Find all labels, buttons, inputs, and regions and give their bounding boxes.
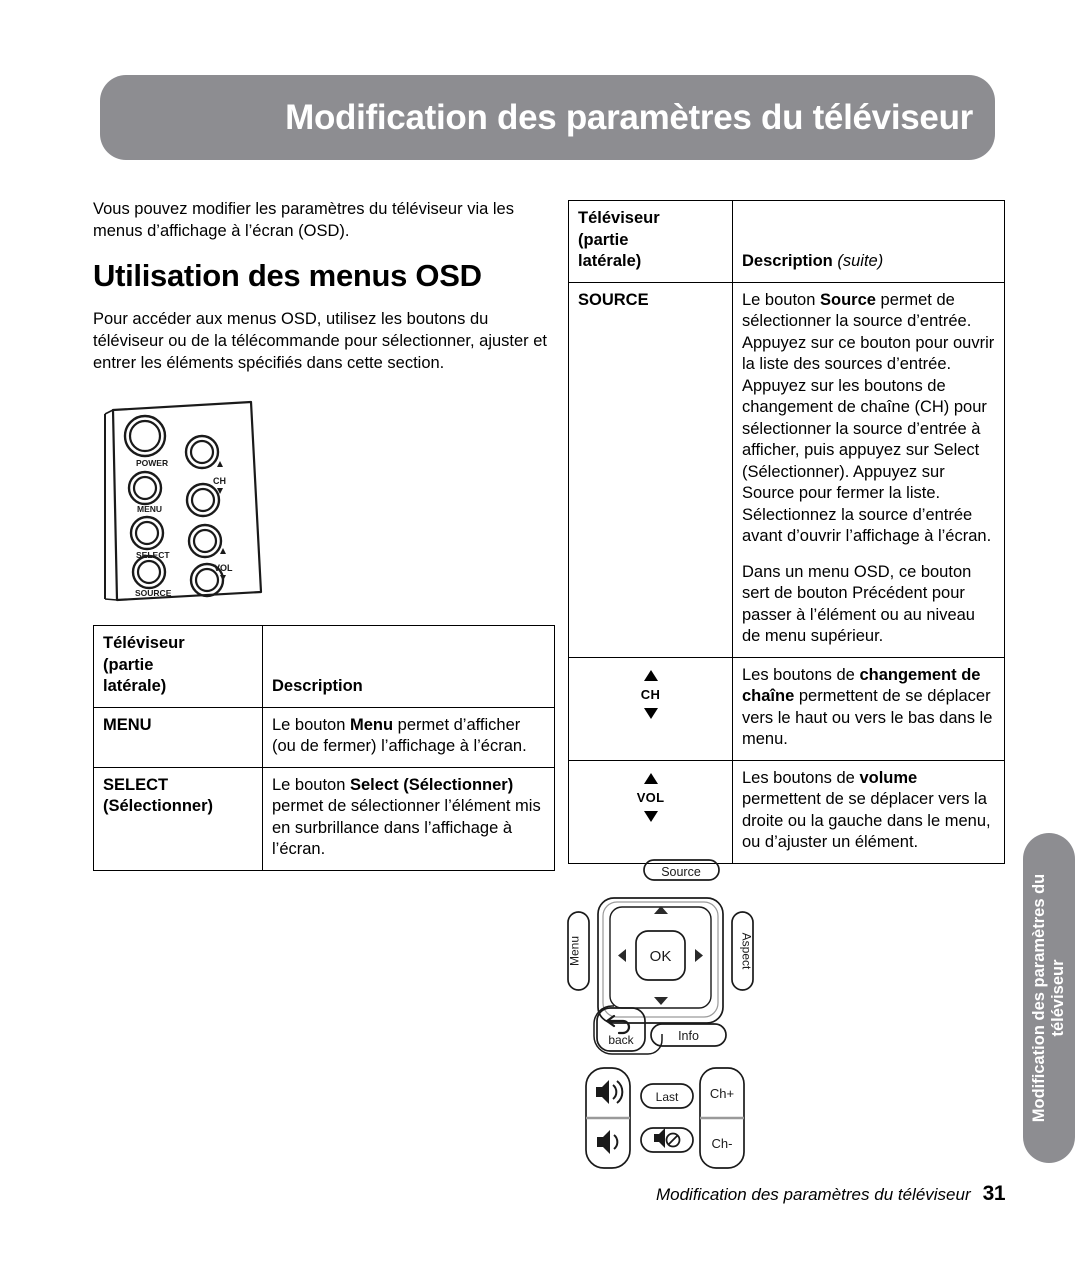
row-key-line-2: (Sélectionner) <box>103 797 214 815</box>
ch-label: CH <box>213 476 226 486</box>
back-arrow-icon <box>605 1014 631 1035</box>
row-desc-channel: Les boutons de changement de chaîne perm… <box>732 656 1005 761</box>
vol-down-arrow-icon <box>643 811 658 822</box>
header-line-2: (partie <box>578 230 629 249</box>
remote-source-label: Source <box>661 865 701 879</box>
volume-down-button-icon <box>189 562 225 598</box>
remote-info-label: Info <box>678 1029 699 1043</box>
power-button-icon <box>123 414 167 458</box>
remote-dpad-down-arrow-icon <box>654 997 668 1005</box>
row-key-volume: VOL <box>568 759 733 864</box>
desc-post: permettent de se déplacer vers la droite… <box>742 790 991 851</box>
table-row: CH Les boutons de changement de chaîne p… <box>568 656 1005 761</box>
tv-buttons-table-right: Téléviseur (partie latérale) Description… <box>568 200 1005 864</box>
remote-dpad-left-arrow-icon <box>618 949 626 962</box>
desc-post: permet de sélectionner l’élément mis en … <box>272 797 541 858</box>
mute-icon <box>654 1128 681 1148</box>
side-thumb-tab-label: Modification des paramètres du téléviseu… <box>1030 873 1067 1123</box>
remote-ch-minus-label: Ch- <box>712 1136 733 1151</box>
header-line-1: Téléviseur <box>103 634 185 652</box>
ch-up-arrow-icon <box>217 461 223 467</box>
row-key-channel: CH <box>568 656 733 761</box>
volume-down-icon <box>597 1130 619 1154</box>
desc-pre: Le bouton <box>272 775 350 794</box>
header-line-2: (partie <box>103 655 154 674</box>
remote-back-label: back <box>608 1033 634 1047</box>
row-desc-select: Le bouton Select (Sélectionner) permet d… <box>262 766 555 871</box>
page-footer: Modification des paramètres du téléviseu… <box>0 1182 1006 1206</box>
row-key-source: SOURCE <box>568 281 733 658</box>
desc-bold: Select (Sélectionner) <box>350 775 514 794</box>
row-key-menu: MENU <box>93 706 263 768</box>
page-title: Modification des paramètres du téléviseu… <box>285 97 973 137</box>
volume-up-button-icon <box>187 523 223 559</box>
remote-last-label: Last <box>656 1090 679 1104</box>
header-cell-description: Description (suite) <box>732 200 1005 283</box>
remote-dpad-right-arrow-icon <box>695 949 703 962</box>
side-thumb-tab: Modification des paramètres du téléviseu… <box>1023 833 1075 1163</box>
remote-control-illustration: Source OK Menu Aspect back Info Last Ch+… <box>556 856 826 1176</box>
channel-down-button-icon <box>185 482 221 518</box>
channel-up-button-icon <box>184 434 220 470</box>
table-row: VOL Les boutons de volume permettent de … <box>568 759 1005 864</box>
intro-paragraph: Vous pouvez modifier les paramètres du t… <box>93 200 514 240</box>
page-number: 31 <box>982 1182 1006 1205</box>
desc-bold: Source <box>820 290 876 309</box>
source-label: SOURCE <box>135 588 172 598</box>
row-key-select: SELECT (Sélectionner) <box>93 766 263 871</box>
row-key-line-1: SELECT <box>103 775 169 794</box>
tv-buttons-table-left: Téléviseur (partie latérale) Description… <box>93 625 555 871</box>
vol-label: VOL <box>636 789 665 805</box>
row-desc-menu: Le bouton Menu permet d’afficher (ou de … <box>262 706 555 768</box>
header-desc-suite: (suite) <box>837 252 884 270</box>
desc-pre: Le bouton <box>742 290 820 309</box>
body-paragraph: Pour accéder aux menus OSD, utilisez les… <box>93 310 548 372</box>
header-cell-device: Téléviseur (partie latérale) <box>568 200 733 283</box>
ch-label: CH <box>640 686 661 702</box>
header-cell-device: Téléviseur (partie latérale) <box>93 625 263 708</box>
desc-pre: Les boutons de <box>742 665 860 684</box>
vol-up-arrow-icon <box>643 772 658 784</box>
desc-pre: Le bouton <box>272 715 350 734</box>
ch-down-arrow-icon <box>643 708 658 719</box>
volume-up-icon <box>596 1080 624 1104</box>
header-line-3: latérale) <box>578 252 642 270</box>
menu-button-icon <box>127 470 163 506</box>
desc-pre: Les boutons de <box>742 768 860 787</box>
footer-title: Modification des paramètres du téléviseu… <box>655 1185 971 1204</box>
vol-up-arrow-icon <box>220 548 226 554</box>
table-header-row: Téléviseur (partie latérale) Description… <box>568 200 1005 283</box>
right-column: Téléviseur (partie latérale) Description… <box>568 200 1005 864</box>
header-desc-text: Description <box>742 252 833 270</box>
remote-ch-plus-label: Ch+ <box>710 1086 734 1101</box>
section-heading: Utilisation des menus OSD <box>93 258 482 293</box>
desc-bold: Menu <box>350 715 394 734</box>
left-column: Vous pouvez modifier les paramètres du t… <box>93 198 555 871</box>
remote-aspect-label: Aspect <box>740 933 754 970</box>
table-row: SELECT (Sélectionner) Le bouton Select (… <box>93 766 555 871</box>
select-button-icon <box>129 515 165 551</box>
row-desc-source-para2: Dans un menu OSD, ce bouton sert de bout… <box>742 562 975 646</box>
source-button-icon <box>131 554 167 590</box>
power-label: POWER <box>136 458 168 468</box>
desc-post: permet de sélectionner la source d’entré… <box>742 290 995 546</box>
row-desc-volume: Les boutons de volume permettent de se d… <box>732 759 1005 864</box>
header-line-1: Téléviseur <box>578 209 660 227</box>
row-desc-source: Le bouton Source permet de sélectionner … <box>732 281 1005 658</box>
remote-ok-label: OK <box>650 948 672 965</box>
remote-menu-label: Menu <box>568 936 582 966</box>
desc-bold: volume <box>859 768 918 787</box>
tv-side-panel-illustration: POWER MENU SELECT SOURCE CH VOL <box>101 400 276 605</box>
header-line-3: latérale) <box>103 677 167 695</box>
header-cell-description: Description <box>262 625 555 708</box>
menu-label: MENU <box>137 504 162 514</box>
ch-up-arrow-icon <box>643 669 658 681</box>
table-row: SOURCE Le bouton Source permet de sélect… <box>568 281 1005 658</box>
table-header-row: Téléviseur (partie latérale) Description <box>93 625 555 708</box>
page-header-banner: Modification des paramètres du téléviseu… <box>100 75 995 160</box>
table-row: MENU Le bouton Menu permet d’afficher (o… <box>93 706 555 768</box>
